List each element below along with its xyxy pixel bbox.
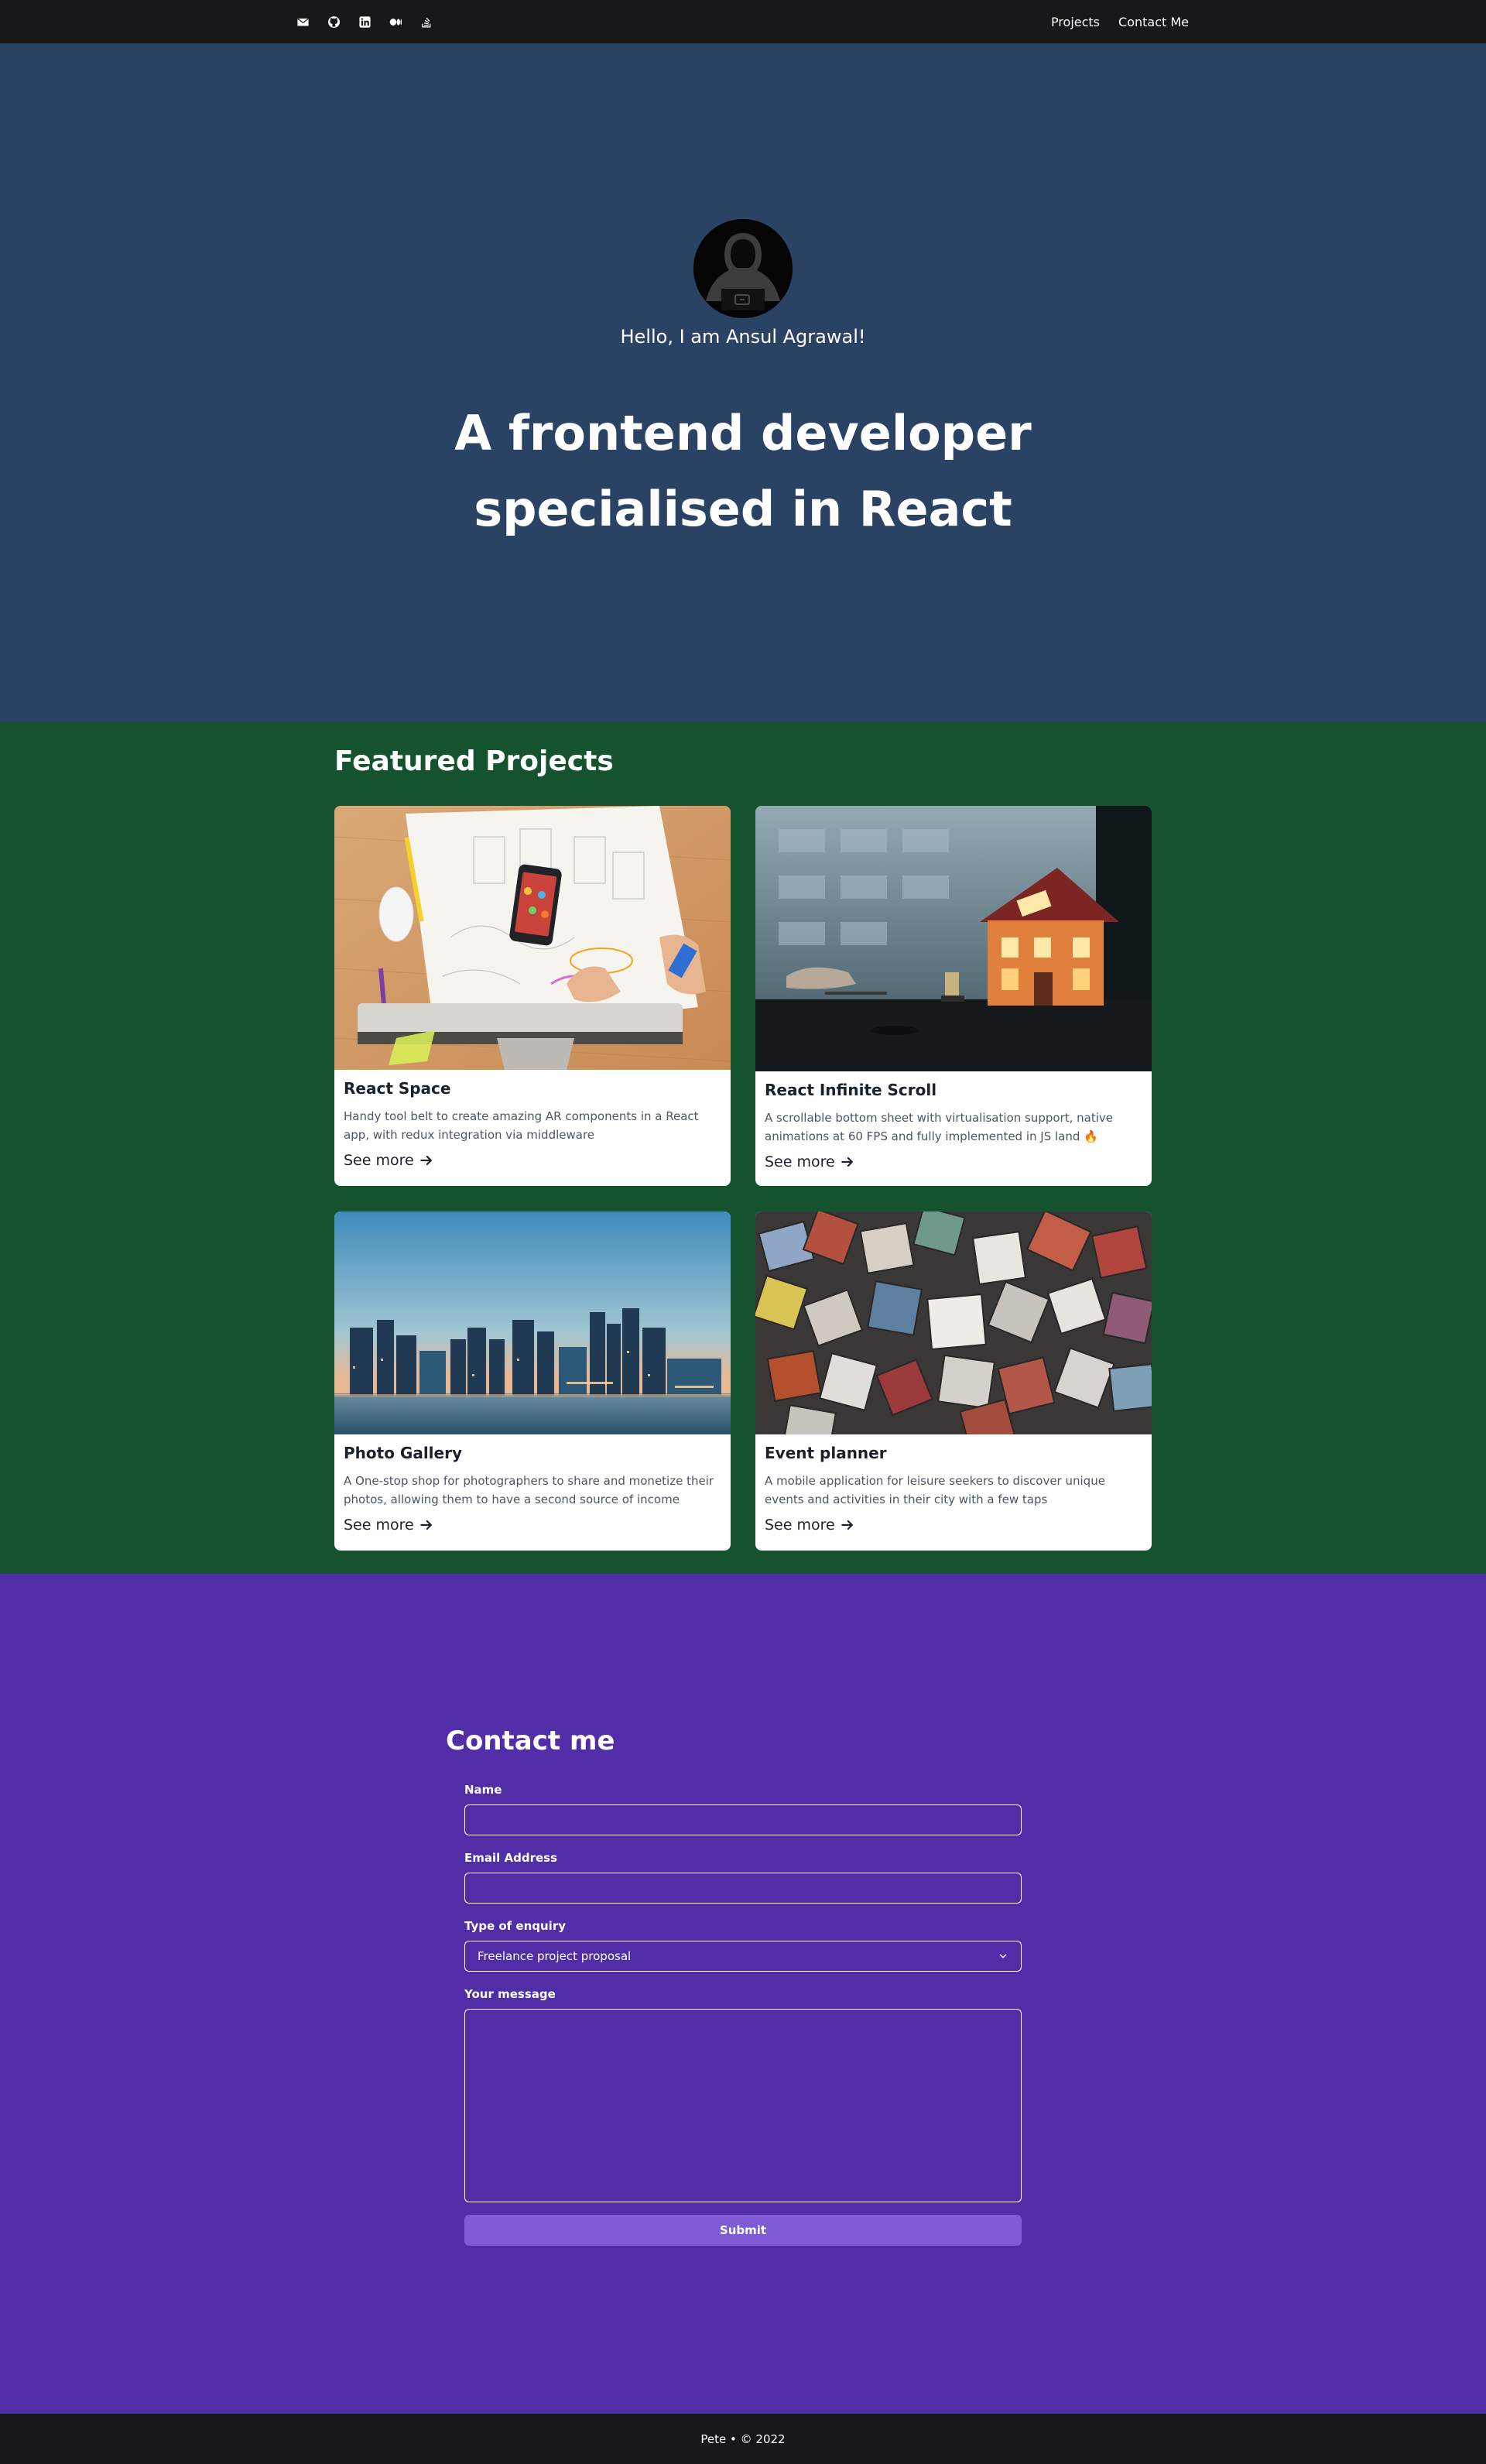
top-nav: Projects Contact Me: [0, 0, 1486, 43]
nav-link-projects[interactable]: Projects: [1051, 15, 1100, 29]
footer-text: Pete • © 2022: [700, 2431, 786, 2446]
social-links: [294, 0, 435, 43]
footer: Pete • © 2022: [0, 2414, 1486, 2464]
stack-overflow-icon[interactable]: [418, 13, 435, 30]
medium-icon[interactable]: [387, 13, 404, 30]
project-title: Event planner: [765, 1444, 887, 1462]
project-description: Handy tool belt to create amazing AR com…: [344, 1109, 699, 1142]
projects-heading: Featured Projects: [334, 745, 614, 777]
project-image-event-planner: [755, 1211, 1152, 1434]
project-title: React Space: [344, 1079, 451, 1098]
project-description: A scrollable bottom sheet with virtualis…: [765, 1111, 1113, 1143]
projects-section: Featured Projects React Space Handy tool…: [0, 722, 1486, 1574]
name-label: Name: [464, 1783, 502, 1797]
email-label: Email Address: [464, 1851, 558, 1865]
see-more-link[interactable]: See more: [344, 1516, 434, 1534]
project-title: React Infinite Scroll: [765, 1081, 937, 1099]
see-more-label: See more: [344, 1516, 414, 1534]
github-icon[interactable]: [325, 13, 342, 30]
submit-button[interactable]: Submit: [464, 2215, 1022, 2246]
project-title: Photo Gallery: [344, 1444, 462, 1462]
project-description: A One-stop shop for photographers to sha…: [344, 1474, 714, 1506]
see-more-label: See more: [344, 1152, 414, 1169]
see-more-label: See more: [765, 1516, 835, 1534]
hero-section: Hello, I am Ansul Agrawal! A frontend de…: [0, 43, 1486, 722]
arrow-right-icon: [841, 1157, 853, 1167]
project-image-photo-gallery: [334, 1211, 731, 1434]
hero-title: A frontend developer specialised in Reac…: [0, 396, 1486, 547]
see-more-label: See more: [765, 1153, 835, 1170]
message-field[interactable]: [464, 2009, 1022, 2202]
contact-heading: Contact me: [446, 1725, 615, 1756]
avatar: [693, 219, 793, 318]
see-more-link[interactable]: See more: [765, 1153, 855, 1170]
project-description: A mobile application for leisure seekers…: [765, 1474, 1105, 1506]
arrow-right-icon: [419, 1155, 432, 1166]
project-card-event-planner[interactable]: Event planner A mobile application for l…: [755, 1211, 1152, 1551]
card-body: React Space Handy tool belt to create am…: [334, 1070, 731, 1186]
linkedin-icon[interactable]: [356, 13, 373, 30]
arrow-right-icon: [841, 1520, 853, 1530]
see-more-link[interactable]: See more: [765, 1516, 855, 1534]
enquiry-type-label: Type of enquiry: [464, 1919, 567, 1933]
hero-greeting: Hello, I am Ansul Agrawal!: [620, 326, 866, 348]
contact-section: Contact me Name Email Address Type of en…: [0, 1574, 1486, 2414]
project-card-react-infinite-scroll[interactable]: React Infinite Scroll A scrollable botto…: [755, 806, 1152, 1186]
project-card-react-space[interactable]: React Space Handy tool belt to create am…: [334, 806, 731, 1186]
chevron-down-icon: [999, 1954, 1007, 1959]
name-field[interactable]: [464, 1804, 1022, 1835]
envelope-icon[interactable]: [294, 13, 311, 30]
message-label: Your message: [464, 1987, 556, 2001]
main-menu: Projects Contact Me: [1051, 0, 1189, 43]
email-field[interactable]: [464, 1873, 1022, 1904]
enquiry-type-select[interactable]: Freelance project proposal: [464, 1941, 1022, 1972]
project-image-react-infinite-scroll: [755, 806, 1152, 1071]
enquiry-type-value: Freelance project proposal: [478, 1949, 632, 1963]
arrow-right-icon: [419, 1520, 432, 1530]
nav-link-contact[interactable]: Contact Me: [1118, 15, 1189, 29]
card-body: Photo Gallery A One-stop shop for photog…: [334, 1434, 731, 1551]
see-more-link[interactable]: See more: [344, 1152, 434, 1169]
project-image-react-space: [334, 806, 731, 1070]
hero-title-line-2: specialised in React: [474, 481, 1012, 537]
card-body: Event planner A mobile application for l…: [755, 1434, 1152, 1551]
hero-title-line-1: A frontend developer: [454, 405, 1032, 461]
project-card-photo-gallery[interactable]: Photo Gallery A One-stop shop for photog…: [334, 1211, 731, 1551]
card-body: React Infinite Scroll A scrollable botto…: [755, 1071, 1152, 1186]
